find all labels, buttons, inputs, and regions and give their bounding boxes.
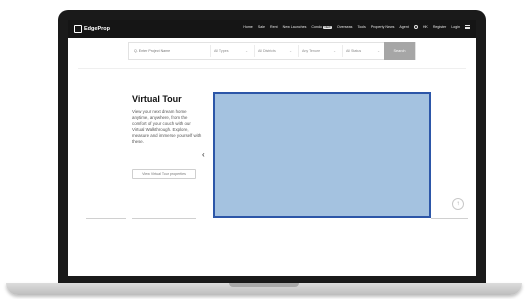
view-virtual-tour-button[interactable]: View Virtual Tour properties	[132, 169, 196, 179]
register-link[interactable]: Register	[433, 25, 446, 29]
tenure-select-value: Any Tenure	[302, 49, 321, 53]
project-search-input[interactable]	[132, 44, 208, 58]
login-link[interactable]: Login	[451, 25, 460, 29]
nav-menu: Home Sale Rent New Launches Condo NEW Ove…	[243, 25, 470, 29]
type-select-value: All Types	[214, 49, 229, 53]
bottom-divider-right	[431, 218, 468, 219]
site-logo[interactable]: EdgeProp	[74, 24, 110, 34]
status-select-value: All Status	[346, 49, 362, 53]
nav-item-sale[interactable]: Sale	[258, 25, 265, 29]
top-navbar: EdgeProp Home Sale Rent New Launches Con…	[68, 20, 476, 38]
bottom-divider-left	[86, 218, 126, 219]
virtual-tour-title: Virtual Tour	[132, 94, 182, 104]
nav-item-new-launches[interactable]: New Launches	[283, 25, 307, 29]
section-divider	[78, 68, 466, 69]
nav-item-condo-label: Condo	[311, 25, 322, 29]
virtual-tour-description: View your next dream home anytime, anywh…	[132, 109, 202, 144]
carousel-prev-icon[interactable]: ‹	[202, 150, 205, 159]
locale-selector[interactable]: HK	[423, 25, 428, 29]
district-select-value: All Districts	[258, 49, 276, 53]
nav-item-rent[interactable]: Rent	[270, 25, 278, 29]
nav-item-condo[interactable]: Condo NEW	[311, 25, 333, 29]
chevron-down-icon: ⌄	[333, 49, 336, 53]
bottom-divider-mid	[132, 218, 196, 219]
nav-item-tools[interactable]: Tools	[357, 25, 365, 29]
hamburger-menu-icon[interactable]	[465, 25, 470, 29]
laptop-screen: EdgeProp Home Sale Rent New Launches Con…	[68, 20, 476, 276]
scroll-to-top-icon[interactable]: ↑	[452, 198, 464, 210]
nav-item-agent[interactable]: Agent	[399, 25, 408, 29]
district-select[interactable]: All Districts ⌄	[254, 45, 296, 57]
type-select[interactable]: All Types ⌄	[210, 45, 252, 57]
chevron-down-icon: ⌄	[377, 49, 380, 53]
nav-item-overseas[interactable]: Overseas	[337, 25, 352, 29]
nav-item-property-news[interactable]: Property News	[371, 25, 395, 29]
chevron-down-icon: ⌄	[289, 49, 292, 53]
nav-item-home[interactable]: Home	[243, 25, 253, 29]
new-badge: NEW	[322, 26, 333, 29]
globe-icon[interactable]	[413, 25, 418, 29]
laptop-notch	[229, 283, 299, 287]
logo-text: EdgeProp	[84, 26, 110, 32]
status-select[interactable]: All Status ⌄	[342, 45, 384, 57]
chevron-down-icon: ⌄	[245, 49, 248, 53]
tenure-select[interactable]: Any Tenure ⌄	[298, 45, 340, 57]
virtual-tour-preview[interactable]	[213, 92, 431, 218]
logo-mark-icon	[74, 25, 82, 33]
search-bar: All Types ⌄ All Districts ⌄ Any Tenure ⌄ Al…	[128, 42, 416, 60]
search-button[interactable]: Search	[384, 42, 415, 60]
